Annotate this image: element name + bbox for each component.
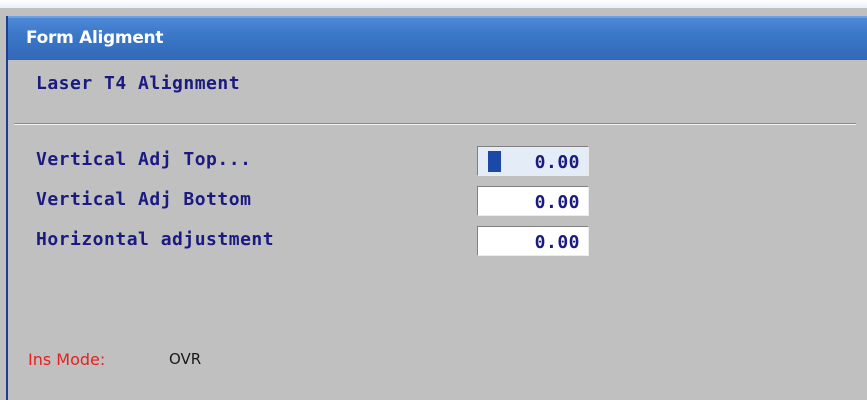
vertical-adj-bottom-value: 0.00 xyxy=(534,192,580,213)
horizontal-adjustment-label: Horizontal adjustment xyxy=(36,229,275,250)
horizontal-adjustment-value: 0.00 xyxy=(534,232,580,253)
title-bar[interactable]: Form Aligment xyxy=(8,16,867,60)
ins-mode-value: OVR xyxy=(169,350,202,368)
horizontal-adjustment-input[interactable]: 0.00 xyxy=(477,226,589,256)
window-title: Form Aligment xyxy=(26,28,164,48)
vertical-adj-bottom-label: Vertical Adj Bottom xyxy=(36,189,252,210)
ins-mode-label: Ins Mode: xyxy=(28,350,106,369)
vertical-adj-top-label: Vertical Adj Top... xyxy=(36,149,252,170)
form-alignment-window: Form Aligment Laser T4 Alignment Vertica… xyxy=(0,0,867,400)
vertical-adj-top-input[interactable]: 0.00 xyxy=(477,146,589,176)
vertical-adj-bottom-input[interactable]: 0.00 xyxy=(477,186,589,216)
text-cursor xyxy=(488,151,501,172)
window-frame: Form Aligment Laser T4 Alignment Vertica… xyxy=(6,16,867,400)
vertical-adj-top-value: 0.00 xyxy=(534,152,580,173)
section-divider xyxy=(14,123,856,125)
form-subtitle: Laser T4 Alignment xyxy=(36,73,241,94)
